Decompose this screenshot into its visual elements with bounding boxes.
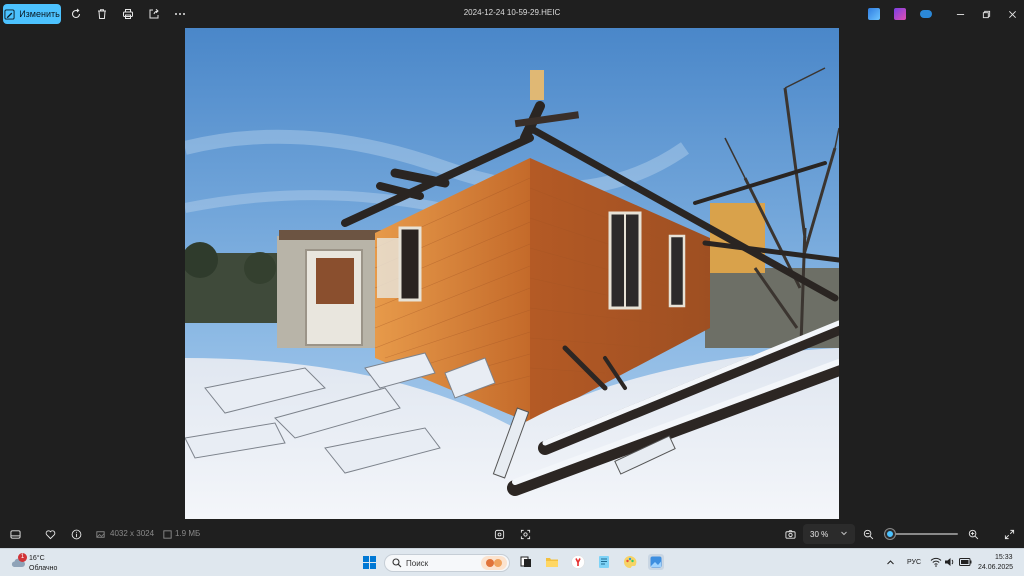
volume-icon[interactable] (942, 554, 958, 570)
image-dimensions: 4032 x 3024 (110, 529, 155, 538)
battery-icon[interactable] (957, 554, 973, 570)
clock-date[interactable]: 24.06.2025 (978, 564, 1013, 571)
chevron-down-icon (841, 531, 847, 536)
language-indicator[interactable]: РУС (907, 559, 921, 566)
image-editor-icon[interactable] (868, 8, 880, 20)
dimensions-icon (93, 527, 107, 541)
file-size-icon (160, 527, 174, 541)
delete-icon[interactable] (94, 6, 110, 22)
search-icon (392, 558, 402, 568)
print-icon[interactable] (120, 6, 136, 22)
search-placeholder: Поиск (406, 559, 429, 568)
photos-app-window: Изменить 2024-12-24 10-59-29.HEIC 4032 x… (0, 0, 1024, 548)
photos-app-icon[interactable] (648, 554, 664, 570)
photo-viewer-image[interactable] (185, 28, 839, 519)
favorite-icon[interactable] (43, 527, 57, 541)
taskbar-search[interactable]: Поиск (384, 554, 510, 572)
status-bar: 4032 x 3024 1.9 МБ 30 % (0, 520, 1024, 548)
rotate-icon[interactable] (68, 6, 84, 22)
clipchamp-icon[interactable] (894, 8, 906, 20)
windows-taskbar: 1 16°C Облачно Поиск РУС 15:33 24.06.202 (0, 548, 1024, 576)
edit-button[interactable]: Изменить (3, 4, 61, 24)
task-view-icon[interactable] (518, 554, 534, 570)
zoom-slider[interactable] (884, 529, 958, 539)
close-icon[interactable] (1004, 6, 1020, 22)
zoom-out-icon[interactable] (861, 527, 875, 541)
windows-start-icon[interactable] (361, 554, 377, 570)
restore-icon[interactable] (978, 6, 994, 22)
top-toolbar: Изменить 2024-12-24 10-59-29.HEIC (0, 0, 1024, 28)
chevron-up-icon[interactable] (884, 554, 896, 570)
file-explorer-icon[interactable] (544, 554, 560, 570)
visual-search-icon[interactable] (518, 527, 532, 541)
screenshot-icon[interactable] (783, 527, 797, 541)
zoom-dropdown[interactable]: 30 % (803, 524, 855, 544)
zoom-value: 30 % (810, 529, 829, 539)
share-icon[interactable] (146, 6, 162, 22)
search-highlight-icon (481, 556, 507, 570)
fullscreen-icon[interactable] (1002, 527, 1016, 541)
file-size: 1.9 МБ (175, 529, 201, 538)
zoom-in-icon[interactable] (966, 527, 980, 541)
weather-widget[interactable]: 1 16°C Облачно (10, 552, 80, 574)
weather-badge: 1 (18, 553, 27, 562)
ai-enhance-icon[interactable] (492, 527, 506, 541)
notepad-icon[interactable] (596, 554, 612, 570)
edit-icon (4, 8, 15, 20)
minimize-icon[interactable] (952, 6, 968, 22)
info-icon[interactable] (69, 527, 83, 541)
edit-button-label: Изменить (19, 9, 60, 19)
paint-icon[interactable] (622, 554, 638, 570)
weather-condition: Облачно (29, 565, 58, 572)
onedrive-icon[interactable] (920, 10, 932, 18)
yandex-browser-icon[interactable] (570, 554, 586, 570)
filmstrip-icon[interactable] (8, 527, 22, 541)
clock-time[interactable]: 15:33 (995, 554, 1013, 561)
weather-temperature: 16°C (29, 555, 45, 562)
more-icon[interactable] (172, 6, 188, 22)
zoom-slider-thumb[interactable] (884, 529, 895, 539)
